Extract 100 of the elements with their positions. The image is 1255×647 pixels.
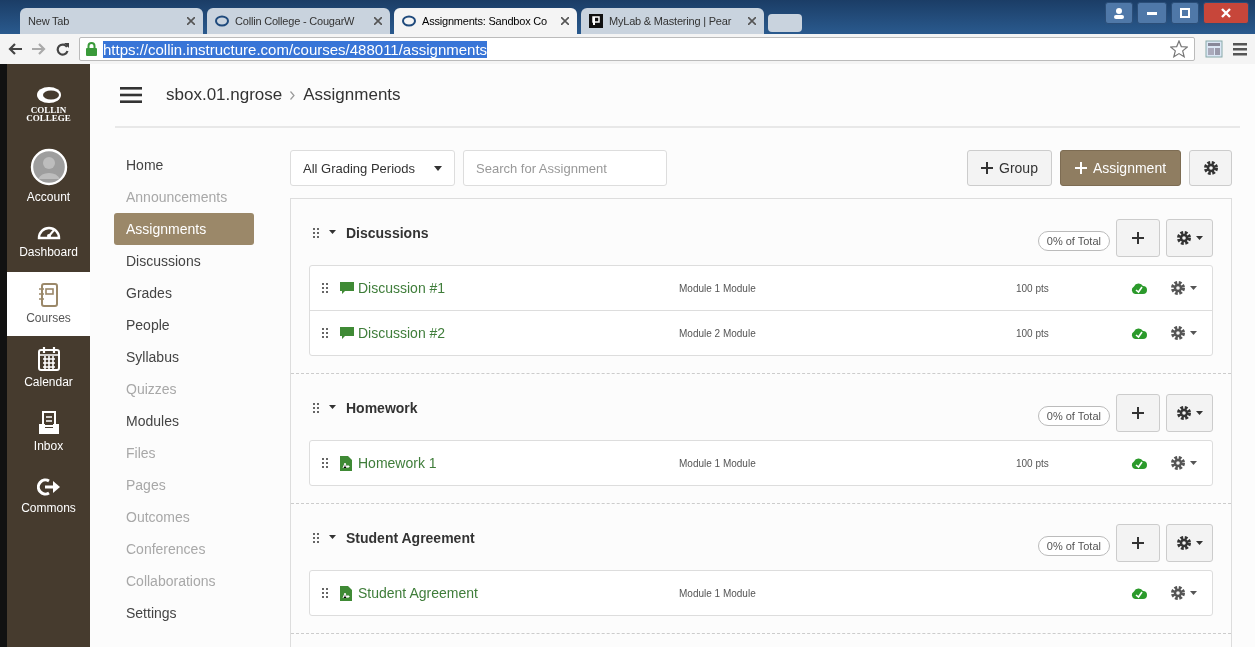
restore-icon: [1180, 8, 1190, 18]
add-assignment-button[interactable]: Assignment: [1060, 150, 1181, 186]
close-icon[interactable]: [561, 17, 569, 25]
published-icon[interactable]: [1131, 457, 1147, 469]
browser-tab[interactable]: Collin College - CougarW: [207, 8, 390, 34]
nav-item[interactable]: Account: [7, 144, 90, 208]
drag-handle-icon[interactable]: [322, 588, 328, 598]
document-icon: [340, 585, 352, 601]
menu-icon[interactable]: [1233, 42, 1247, 56]
close-icon[interactable]: [374, 17, 382, 25]
plus-icon: [1074, 162, 1087, 174]
group-settings-button[interactable]: [1166, 219, 1213, 257]
assignment-link[interactable]: Discussion #1: [358, 280, 679, 296]
lock-icon: [86, 42, 97, 56]
drag-handle-icon[interactable]: [313, 533, 319, 543]
module-name: Module 1 Module: [679, 457, 757, 469]
nav-item[interactable]: Inbox: [7, 400, 90, 464]
address-field[interactable]: https://collin.instructure.com/courses/488011/assignments: [79, 37, 1195, 61]
gear-icon: [1170, 280, 1186, 296]
published-icon[interactable]: [1131, 282, 1147, 294]
collin-logo-icon: [215, 14, 229, 28]
assignment-link[interactable]: Student Agreement: [358, 585, 679, 601]
browser-tab[interactable]: MyLab & Mastering | Pear: [581, 8, 764, 34]
browser-tab[interactable]: Assignments: Sandbox Co: [394, 8, 577, 34]
breadcrumb-link[interactable]: sbox.01.ngrose: [166, 85, 283, 105]
back-icon[interactable]: [8, 43, 22, 55]
plus-icon: [1132, 537, 1144, 549]
browser-tab[interactable]: New Tab: [20, 8, 203, 34]
close-button[interactable]: [1203, 2, 1249, 24]
nav-item[interactable]: Courses: [7, 272, 90, 336]
assignment-link[interactable]: Homework 1: [358, 455, 679, 471]
drag-handle-icon[interactable]: [313, 228, 319, 238]
caret-icon: [434, 165, 442, 171]
drag-handle-icon[interactable]: [322, 328, 328, 338]
weight-badge: 0% of Total: [1037, 406, 1110, 426]
caret-icon: [1190, 331, 1197, 335]
chevron-icon: [290, 90, 296, 100]
minimize-button[interactable]: [1137, 2, 1167, 24]
crescent-icon: [35, 86, 62, 104]
module-name: Module 1 Module: [679, 587, 757, 599]
caret-icon: [1190, 286, 1197, 290]
calendar-icon: [37, 347, 60, 371]
course-nav-link[interactable]: Modules: [114, 405, 254, 437]
gear-icon: [1202, 160, 1219, 176]
drag-handle-icon[interactable]: [322, 458, 328, 468]
plus-icon: [1132, 232, 1144, 244]
pearson-logo-icon: [589, 14, 603, 28]
gear-icon: [1176, 405, 1192, 421]
close-icon[interactable]: [187, 17, 195, 25]
star-icon[interactable]: [1170, 40, 1188, 58]
nav-item[interactable]: Commons: [7, 464, 90, 528]
course-nav-link[interactable]: Settings: [114, 597, 254, 629]
grading-period-dropdown[interactable]: All Grading Periods: [290, 150, 455, 186]
course-nav-link[interactable]: Home: [114, 149, 254, 181]
group-settings-button[interactable]: [1166, 394, 1213, 432]
url-text: https://collin.instructure.com/courses/488011/assignments: [103, 40, 488, 58]
points-text: 100 pts: [1016, 282, 1050, 294]
add-assignment-button[interactable]: [1116, 219, 1160, 257]
close-icon[interactable]: [748, 17, 756, 25]
group-settings-button[interactable]: [1166, 524, 1213, 562]
caret-icon[interactable]: [329, 229, 336, 237]
tab-title: Collin College - CougarW: [235, 15, 356, 27]
tab-title: MyLab & Mastering | Pear: [609, 15, 733, 27]
logo-text: COLLEGE: [26, 114, 71, 122]
course-nav-link[interactable]: People: [114, 309, 254, 341]
add-assignment-button[interactable]: [1116, 524, 1160, 562]
logo-text: COLLIN: [30, 106, 67, 114]
gear-icon: [1176, 535, 1192, 551]
plus-icon: [981, 162, 994, 174]
maximize-button[interactable]: [1171, 2, 1199, 24]
course-nav-link[interactable]: Discussions: [114, 245, 254, 277]
course-nav-link[interactable]: Grades: [114, 277, 254, 309]
course-nav-link[interactable]: Syllabus: [114, 341, 254, 373]
arrow-icon: [36, 477, 61, 497]
profile-button[interactable]: [1105, 2, 1133, 24]
caret-icon[interactable]: [329, 404, 336, 412]
published-icon[interactable]: [1131, 327, 1147, 339]
add-group-button[interactable]: Group: [967, 150, 1052, 186]
inbox-icon: [37, 411, 60, 435]
assignment-link[interactable]: Discussion #2: [358, 325, 679, 341]
drag-handle-icon[interactable]: [313, 403, 319, 413]
caret-icon[interactable]: [329, 534, 336, 542]
caret-icon: [1196, 236, 1203, 240]
avatar-icon: [29, 148, 68, 186]
weight-badge: 0% of Total: [1037, 536, 1110, 556]
breadcrumb-current: Assignments: [303, 85, 401, 105]
points-text: 100 pts: [1016, 457, 1050, 469]
extension-icon[interactable]: [1205, 40, 1223, 58]
group-title: Homework: [346, 400, 418, 416]
nav-item[interactable]: Dashboard: [7, 208, 90, 272]
add-assignment-button[interactable]: [1116, 394, 1160, 432]
notebook-icon: [38, 283, 59, 307]
search-field[interactable]: Search for Assignment: [463, 150, 667, 186]
reload-icon[interactable]: [56, 42, 69, 56]
published-icon[interactable]: [1131, 587, 1147, 599]
drag-handle-icon[interactable]: [322, 283, 328, 293]
menu-icon[interactable]: [120, 87, 142, 103]
nav-item[interactable]: Calendar: [7, 336, 90, 400]
settings-button[interactable]: [1189, 150, 1232, 186]
weight-badge: 0% of Total: [1037, 231, 1110, 251]
